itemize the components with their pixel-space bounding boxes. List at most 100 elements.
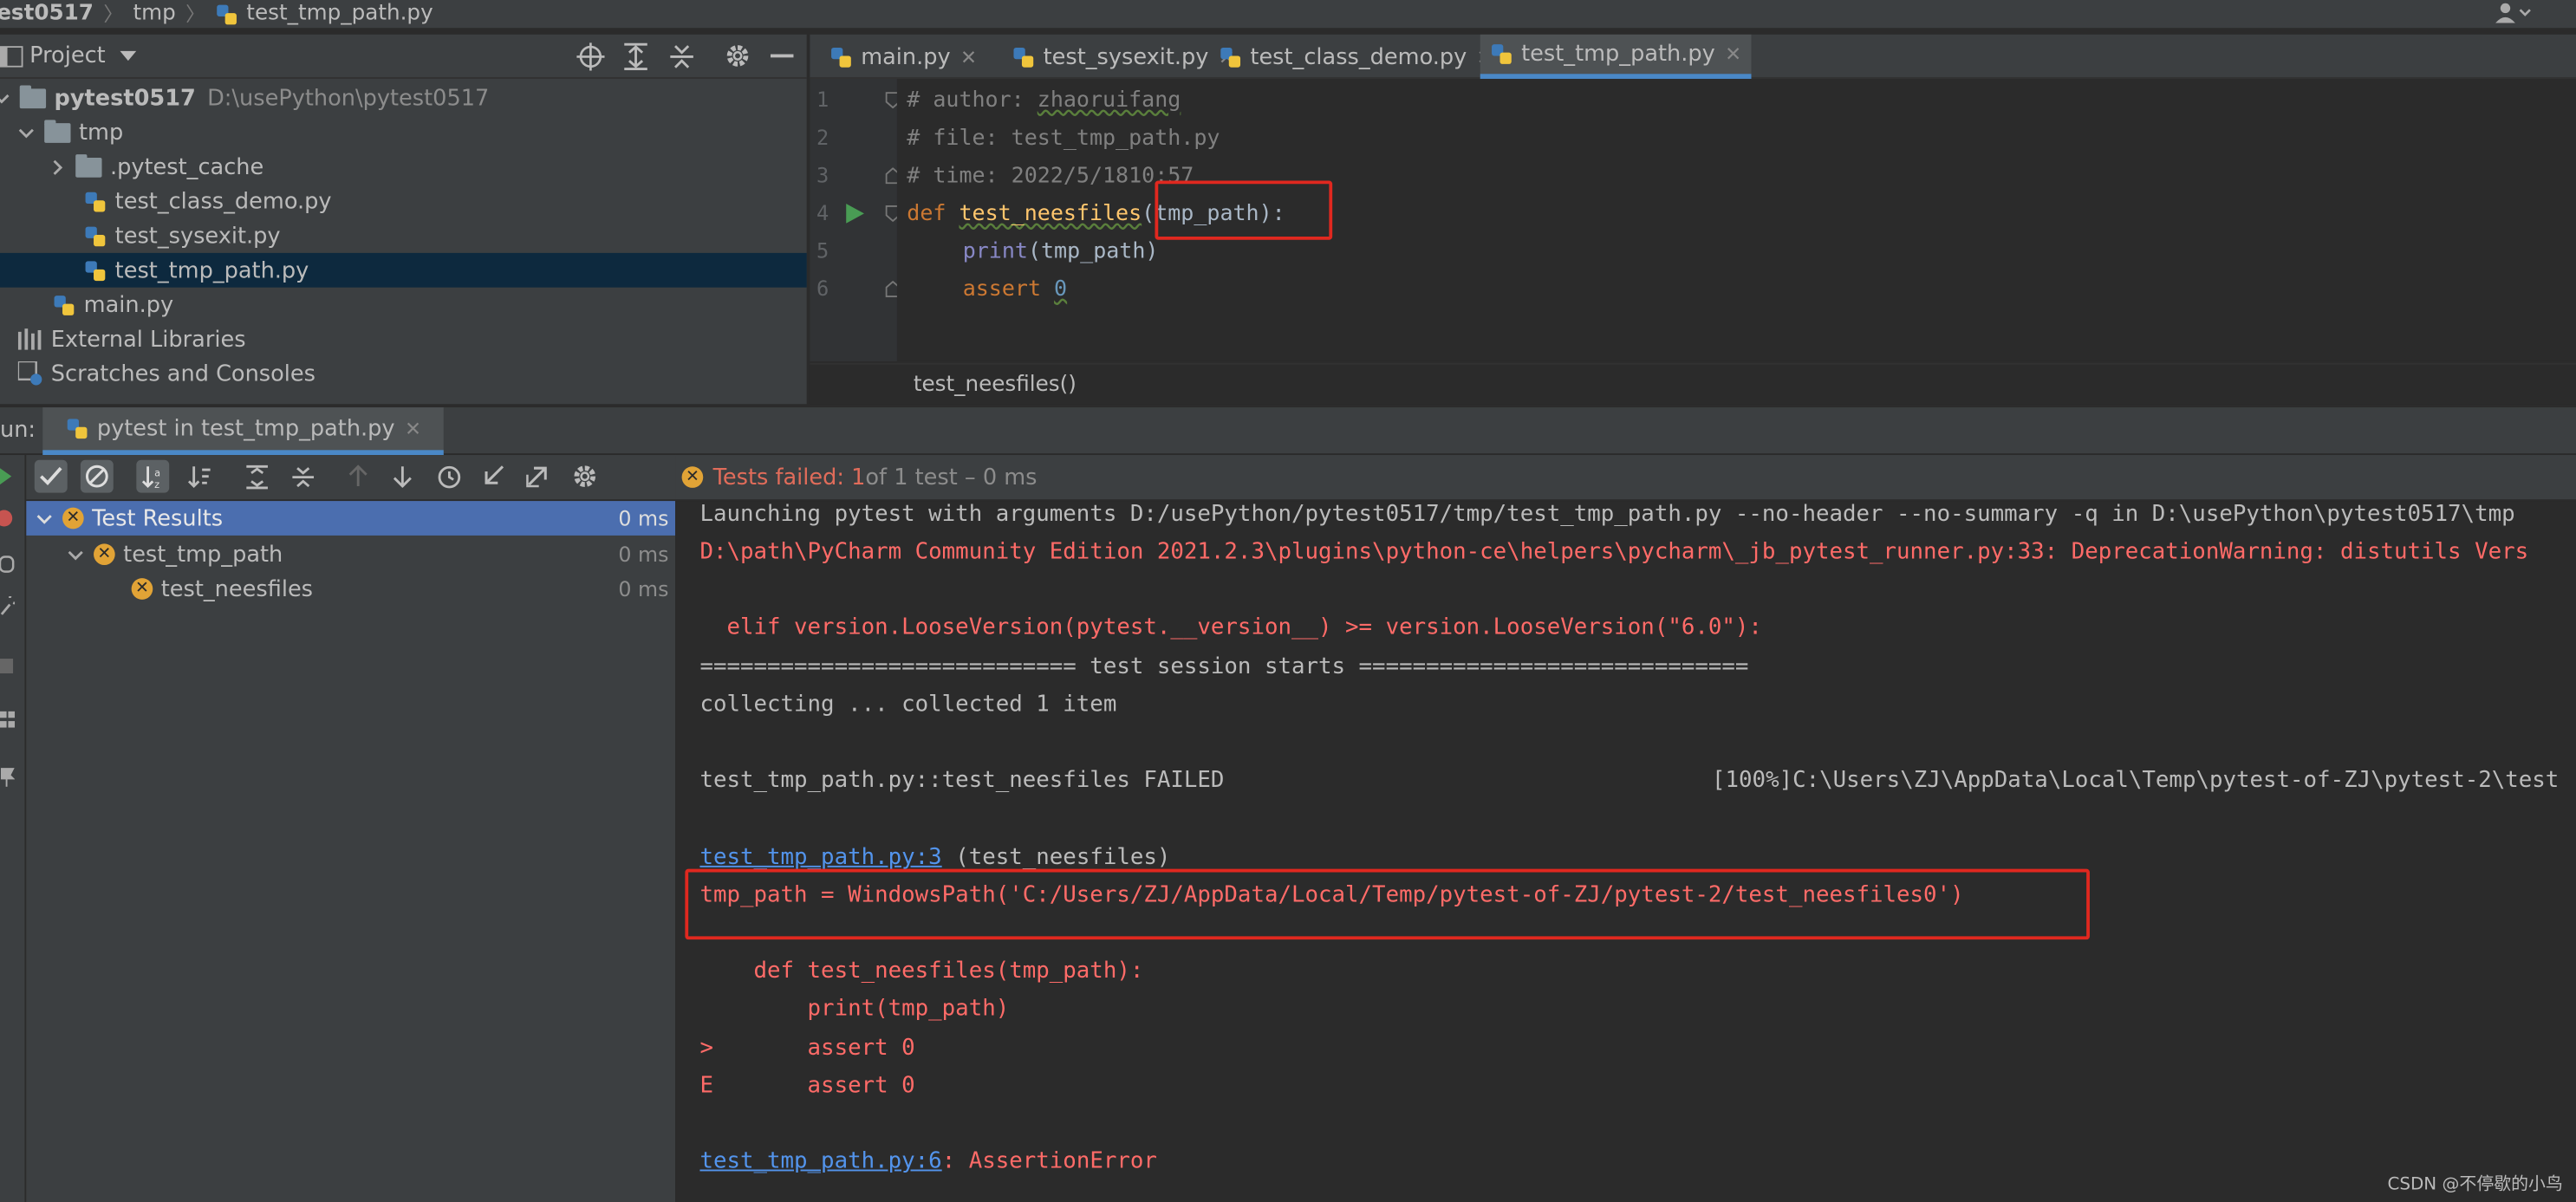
folder-icon — [75, 153, 102, 177]
hide-icon[interactable] — [770, 54, 794, 60]
error-type-text: : AssertionError — [941, 1147, 1157, 1175]
breadcrumb-separator: 〉 — [185, 3, 205, 27]
chevron-down-icon[interactable] — [18, 124, 35, 140]
next-failed-icon[interactable] — [386, 460, 419, 493]
previous-failed-icon[interactable] — [342, 460, 374, 493]
tab-main-py[interactable]: main.py ✕ — [820, 35, 987, 79]
svg-text:z: z — [153, 478, 159, 489]
python-file-icon — [1490, 42, 1513, 66]
failed-icon: ✕ — [62, 507, 84, 530]
sort-by-duration-icon[interactable] — [182, 460, 215, 493]
line-number: 5 — [816, 237, 829, 263]
project-view-icon — [0, 46, 23, 68]
tab-test-tmp-path-py[interactable]: test_tmp_path.py ✕ — [1480, 34, 1752, 79]
stop-icon[interactable] — [0, 659, 14, 674]
console-line: def test_neesfiles(tmp_path): — [699, 958, 1144, 984]
python-run-icon — [66, 417, 89, 440]
tree-item-label: External Libraries — [50, 326, 246, 353]
run-test-icon[interactable] — [846, 204, 864, 224]
history-icon[interactable] — [432, 460, 465, 493]
console-line: [100%]C:\Users\ZJ\AppData\Local\Temp\pyt… — [1712, 767, 2560, 794]
console-line: test_tmp_path.py:6: AssertionError — [699, 1143, 1156, 1181]
debug-icon[interactable] — [0, 554, 15, 574]
result-suite[interactable]: ✕ test_tmp_path 0 ms — [26, 537, 675, 572]
tree-item-external-libraries[interactable]: External Libraries — [0, 322, 807, 357]
tree-item-root[interactable]: pytest0517 D:\usePython\pytest0517 — [0, 81, 807, 115]
console-line: test_tmp_path.py::test_neesfiles FAILED — [699, 767, 1225, 794]
project-panel-header: Project — [0, 34, 807, 79]
user-icon[interactable] — [2494, 2, 2533, 25]
gear-icon[interactable] — [569, 460, 602, 493]
close-icon[interactable]: ✕ — [1725, 42, 1741, 66]
python-file-icon — [829, 45, 853, 68]
show-ignored-icon[interactable] — [80, 459, 114, 493]
collapse-all-icon[interactable] — [668, 42, 694, 70]
expand-all-icon[interactable] — [240, 460, 273, 493]
run-panel-header: un: pytest in test_tmp_path.py ✕ — [0, 406, 2576, 456]
import-tests-icon[interactable] — [477, 460, 510, 493]
tree-item-label: test_class_demo.py — [114, 188, 332, 215]
tab-test-class-demo-py[interactable]: test_class_demo.py ✕ — [1209, 35, 1503, 79]
tree-item-test-tmp-path[interactable]: test_tmp_path.py — [0, 252, 807, 288]
line-number: 3 — [816, 162, 829, 188]
console-line: ============================ test sessio… — [699, 653, 1749, 680]
console-line: collecting ... collected 1 item — [699, 691, 1117, 718]
tree-item-scratches[interactable]: Scratches and Consoles — [0, 356, 807, 391]
expand-all-icon[interactable] — [622, 42, 648, 71]
sort-alphabetically-icon[interactable]: az — [136, 459, 170, 493]
line-number: 4 — [816, 200, 829, 225]
run-side-toolbar — [0, 455, 27, 1202]
breadcrumb-function[interactable]: test_neesfiles() — [914, 373, 1077, 397]
project-panel-title[interactable]: Project — [29, 42, 106, 68]
navigation-breadcrumb: est0517 〉 tmp 〉 test_tmp_path.py — [0, 0, 2576, 30]
close-icon[interactable]: ✕ — [405, 417, 421, 440]
result-root[interactable]: ✕ Test Results 0 ms — [26, 501, 676, 536]
pin-icon[interactable] — [0, 767, 16, 787]
chevron-down-icon[interactable] — [36, 510, 53, 527]
breadcrumb-separator: 〉 — [103, 3, 124, 27]
code-line-3: # time: 2022/5/1810:57 — [907, 164, 1194, 189]
layout-icon[interactable] — [0, 711, 16, 728]
tree-item-label: main.py — [83, 291, 174, 318]
tab-run-pytest[interactable]: pytest in test_tmp_path.py ✕ — [42, 407, 445, 456]
chevron-right-icon[interactable] — [49, 159, 66, 175]
tree-item-main[interactable]: main.py — [0, 288, 807, 322]
tree-item-label: tmp — [78, 119, 124, 146]
show-passed-icon[interactable] — [34, 459, 68, 493]
source-link[interactable]: test_tmp_path.py:3 — [699, 844, 941, 870]
line-number: 2 — [816, 125, 829, 150]
breadcrumb-folder[interactable]: tmp — [133, 2, 175, 26]
result-time: 0 ms — [618, 542, 669, 567]
export-tests-icon[interactable] — [521, 460, 554, 493]
tree-item-pytest-cache[interactable]: .pytest_cache — [0, 149, 807, 184]
code-editor[interactable]: # author: zhaoruifang # file: test_tmp_p… — [896, 78, 2576, 361]
editor-tab-bar: main.py ✕ test_sysexit.py ✕ test_class_d… — [810, 34, 2576, 79]
python-file-icon — [215, 3, 238, 26]
close-icon[interactable]: ✕ — [960, 45, 977, 68]
tree-item-test-class-demo[interactable]: test_class_demo.py — [0, 184, 807, 218]
error-icon[interactable] — [0, 510, 13, 528]
chevron-down-icon[interactable] — [120, 50, 137, 62]
console-output[interactable]: Launching pytest with arguments D:/usePy… — [675, 501, 2576, 1202]
ide-window: est0517 〉 tmp 〉 test_tmp_path.py Project… — [0, 0, 2576, 1202]
library-icon — [17, 328, 42, 350]
console-line: E assert 0 — [699, 1072, 915, 1100]
line-number: 6 — [816, 276, 829, 301]
chevron-down-icon[interactable] — [0, 89, 10, 106]
source-link[interactable]: test_tmp_path.py:6 — [699, 1148, 941, 1174]
result-test[interactable]: ✕ test_neesfiles 0 ms — [26, 572, 675, 607]
tree-item-test-sysexit[interactable]: test_sysexit.py — [0, 218, 807, 253]
gear-icon[interactable] — [725, 42, 751, 68]
tree-item-tmp[interactable]: tmp — [0, 115, 807, 150]
code-line-6: assert 0 — [963, 271, 1067, 309]
rerun-icon[interactable] — [0, 466, 13, 486]
locate-icon[interactable] — [576, 42, 605, 71]
collapse-all-icon[interactable] — [286, 460, 319, 493]
wrench-icon[interactable] — [0, 596, 16, 616]
breadcrumb-file[interactable]: test_tmp_path.py — [246, 2, 433, 26]
result-label: Test Results — [92, 504, 224, 532]
breadcrumb-root[interactable]: est0517 — [0, 2, 94, 26]
chevron-down-icon[interactable] — [68, 546, 84, 562]
tab-label: test_sysexit.py — [1043, 43, 1209, 70]
highlight-box — [685, 868, 2090, 940]
